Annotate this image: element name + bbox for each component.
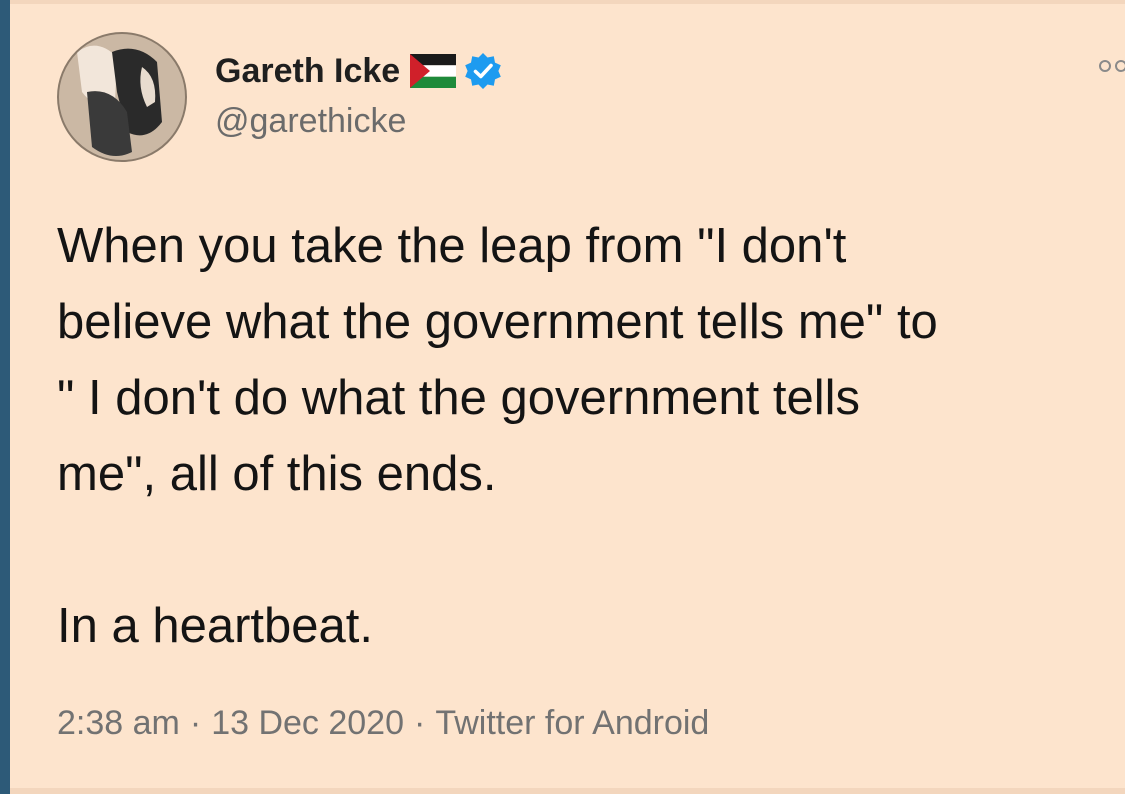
tweet-line: believe what the government tells me" to: [57, 295, 938, 349]
tweet-metadata: 2:38 am · 13 Dec 2020 · Twitter for Android: [57, 704, 709, 743]
more-options-icon[interactable]: [1095, 54, 1125, 78]
bottom-divider: [10, 788, 1125, 794]
tweet-line: " I don't do what the government tells: [57, 371, 861, 425]
tweet-time[interactable]: 2:38 am: [57, 704, 180, 742]
left-edge-strip: [0, 0, 10, 794]
tweet-card: Gareth Icke @garethicke When you take th…: [10, 4, 1125, 788]
tweet-line: When you take the leap from "I don't: [57, 219, 847, 273]
display-name-row: Gareth Icke: [215, 48, 502, 94]
tweet-text: When you take the leap from "I don't bel…: [57, 208, 1117, 664]
tweet-closing-line: In a heartbeat.: [57, 599, 374, 653]
display-name[interactable]: Gareth Icke: [215, 52, 400, 91]
tweet-date[interactable]: 13 Dec 2020: [211, 704, 404, 742]
tweet-source[interactable]: Twitter for Android: [435, 704, 709, 742]
user-handle[interactable]: @garethicke: [215, 102, 406, 141]
tweet-line: me", all of this ends.: [57, 447, 497, 501]
verified-badge-icon: [464, 52, 502, 90]
separator-dot: ·: [189, 704, 202, 742]
palestine-flag-icon: [410, 54, 457, 88]
separator-dot: ·: [414, 704, 426, 742]
avatar[interactable]: [57, 32, 187, 162]
